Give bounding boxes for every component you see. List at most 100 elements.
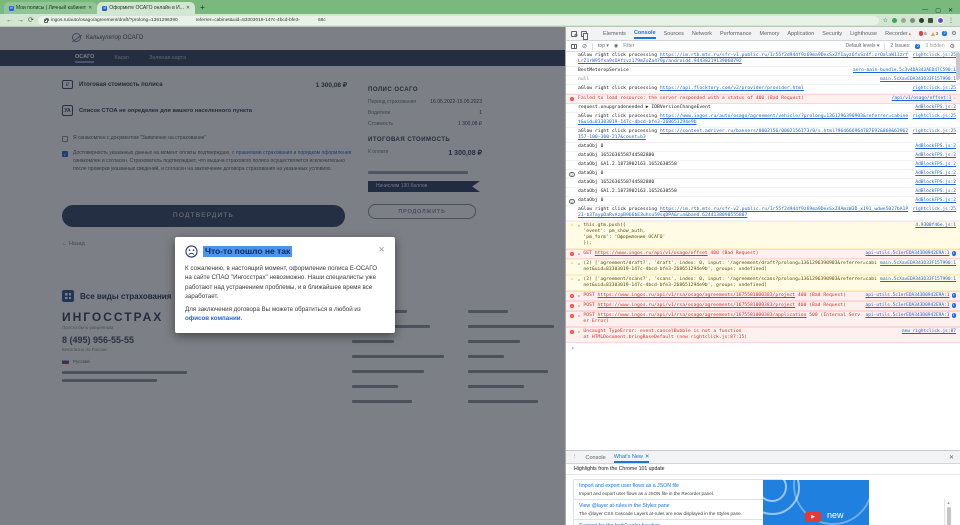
expand-arrow-icon[interactable]: ▸ — [578, 261, 580, 267]
console-source-link[interactable]: api-utils.5c1erEDA343D0942E9A:1 — [866, 303, 950, 309]
info-icon[interactable]: i — [952, 313, 957, 318]
extension-icon[interactable] — [928, 18, 933, 23]
context-selector[interactable]: top ▾ — [598, 43, 609, 49]
expand-arrow-icon[interactable]: ▸ — [578, 293, 580, 299]
expand-arrow-icon[interactable]: ▸ — [578, 277, 580, 283]
warning-count-icon[interactable]: 3 — [931, 31, 939, 36]
console-source-link[interactable]: AdBlockFPS.js:2 — [915, 105, 956, 111]
console-scrollbar[interactable] — [956, 52, 960, 80]
expand-arrow-icon[interactable]: ▸ — [578, 303, 580, 309]
inspect-icon[interactable] — [571, 31, 577, 37]
extension-icon[interactable] — [901, 18, 906, 23]
console-source-link[interactable]: api-utils.5c1erEDA343D0942E9A:1 — [866, 293, 950, 299]
console-source-link[interactable]: AdBlockFPS.js:2 — [915, 180, 956, 186]
console-sidebar-icon[interactable] — [571, 44, 577, 49]
console-source-link[interactable]: aero-main-bundle.5c3v4DA343AED47C590:1 — [853, 68, 956, 74]
expand-arrow-icon[interactable]: ▸ — [578, 223, 580, 229]
forward-icon[interactable]: → — [17, 14, 24, 27]
console-source-link[interactable]: AdBlockFPS.js:2 — [915, 198, 956, 204]
console-message-url-link[interactable]: https://api.flocktory.com/v2/provider/pr… — [660, 86, 804, 91]
expand-arrow-icon[interactable]: ▸ — [578, 313, 580, 319]
console-message-url-link[interactable]: https://www.ingos.ru/api/v1/rsa/osago/ag… — [598, 293, 796, 298]
close-icon[interactable]: ✕ — [186, 5, 190, 11]
extension-icon[interactable] — [910, 18, 915, 23]
extension-icon[interactable] — [892, 18, 897, 23]
log-levels-selector[interactable]: Default levels ▾ — [845, 43, 879, 49]
drawer-tab-what-s-new[interactable]: What's New✕ — [614, 452, 650, 463]
devtools-tab-console[interactable]: Console — [634, 28, 656, 39]
reload-icon[interactable]: ⟳ — [28, 14, 34, 27]
close-icon[interactable]: ✕ — [88, 5, 92, 11]
console-message-url-link[interactable]: https://www.ingos.ru/api/v1/osago/offset — [595, 251, 708, 256]
console-source-link[interactable]: AdBlockFPS.js:2 — [915, 189, 956, 195]
whats-new-card-title-link[interactable]: Import and export user flows as a JSON f… — [579, 483, 777, 489]
browser-tab-2-active[interactable]: И Оформите ОСАГО онлайн в И... ✕ — [97, 2, 195, 14]
devtools-tab-memory[interactable]: Memory — [760, 29, 780, 38]
devtools-tab-security[interactable]: Security — [822, 29, 842, 38]
extension-icon[interactable] — [919, 18, 924, 23]
expand-arrow-icon[interactable]: ▸ — [578, 329, 580, 335]
console-source-link[interactable]: new rightclick.js:87 — [902, 329, 956, 335]
devtools-tab-performance[interactable]: Performance — [720, 29, 752, 38]
issues-icon[interactable]: 2 — [942, 31, 947, 36]
filter-input[interactable]: Filter — [623, 43, 634, 49]
info-icon[interactable]: i — [952, 293, 957, 298]
avatar[interactable] — [937, 17, 944, 24]
close-icon[interactable]: ✕ — [378, 245, 385, 254]
console-source-link[interactable]: AdBlockFPS.js:2 — [915, 153, 956, 159]
browser-tab-1[interactable]: И Мои полисы | Личный кабинет ✕ — [4, 2, 97, 14]
console-source-link[interactable]: main.5cXavEDA343D33F15T990:1 — [880, 277, 956, 283]
devtools-tab-sources[interactable]: Sources — [664, 29, 684, 38]
console-source-link[interactable]: AdBlockFPS.js:2 — [915, 144, 956, 150]
bookmark-star-icon[interactable]: ☆ — [883, 17, 888, 24]
expand-arrow-icon[interactable]: ▸ — [578, 251, 580, 257]
back-icon[interactable]: ← — [6, 14, 13, 27]
console-source-link[interactable]: AdBlockFPS.js:2 — [915, 171, 956, 177]
console-source-link[interactable]: /api/v1/osago/offset:1 — [892, 96, 952, 102]
scrollbar-thumb[interactable] — [947, 507, 951, 525]
console-source-link[interactable]: rightclick.js:25 — [913, 86, 956, 92]
console-source-link[interactable]: api-utils.5c1erEDA343D0942E9A:1 — [866, 313, 950, 319]
gear-icon[interactable]: ⚙ — [950, 43, 955, 50]
gear-icon[interactable]: ⚙ — [951, 30, 956, 37]
console-source-link[interactable]: main.5cXavEDA343D33F15T990:1 — [880, 77, 956, 83]
drawer-menu-icon[interactable]: ⋮ — [572, 454, 578, 460]
console-source-link[interactable]: rightclick.js:25 — [913, 53, 956, 59]
device-toolbar-icon[interactable] — [581, 31, 587, 37]
whats-new-card-title-link[interactable]: View @layer at-rules in the Styles pane — [579, 503, 777, 509]
prompt-chevron-icon[interactable]: › — [566, 343, 960, 352]
maximize-button[interactable]: ▢ — [935, 7, 941, 14]
drawer-tab-console[interactable]: Console — [586, 453, 606, 462]
console-source-link[interactable]: rightclick.js:25 — [913, 114, 956, 120]
close-icon[interactable]: ✕ — [645, 454, 650, 460]
play-button-icon[interactable]: ▶ — [805, 512, 821, 522]
warning-icon[interactable]: ⚠ — [953, 96, 956, 102]
close-window-button[interactable]: ✕ — [948, 7, 953, 14]
console-source-link[interactable]: rightclick.js:25 — [913, 207, 956, 213]
console-source-link[interactable]: 4.9300f46e.js:1 — [915, 223, 956, 229]
devtools-tab-recorder[interactable]: Recorder▲ — [885, 29, 912, 38]
devtools-tab-application[interactable]: Application — [787, 29, 814, 38]
new-tab-button[interactable]: + — [200, 2, 205, 14]
devtools-tab-network[interactable]: Network — [692, 29, 712, 38]
console-source-link[interactable]: rightclick.js:25 — [913, 129, 956, 135]
console-source-link[interactable]: main.5cXavEDA343D33F15T990:1 — [880, 261, 956, 267]
menu-kebab-icon[interactable]: ⋮ — [948, 17, 954, 24]
minimize-button[interactable]: — — [922, 7, 928, 14]
close-drawer-icon[interactable]: ✕ — [949, 454, 954, 461]
devtools-tab-elements[interactable]: Elements — [603, 29, 626, 38]
console-source-link[interactable]: AdBlockFPS.js:2 — [915, 162, 956, 168]
issues-icon[interactable]: 2 — [915, 44, 920, 49]
error-count-icon[interactable]: 6 — [919, 31, 927, 36]
clear-console-icon[interactable]: ⊘ — [582, 43, 587, 50]
console-message-url-link[interactable]: https://www.ingos.ru/api/v1/rsa/osago/ag… — [598, 313, 807, 318]
info-icon[interactable]: i — [952, 303, 957, 308]
issues-label[interactable]: 2 Issues: — [890, 43, 910, 49]
scroll-up-icon[interactable]: ▲ — [945, 500, 952, 505]
drawer-scrollbar[interactable]: ▲ — [944, 499, 952, 525]
devtools-tab-lighthouse[interactable]: Lighthouse — [850, 29, 877, 38]
live-expression-eye-icon[interactable]: ◉ — [614, 43, 618, 49]
console-message-url-link[interactable]: https://www.ingos.ru/api/v1/rsa/osago/ag… — [598, 303, 796, 308]
whats-new-image[interactable]: ▶ new — [763, 480, 869, 525]
console-source-link[interactable]: api-utils.5c1erEDA343D0942E9A:1 — [866, 251, 950, 257]
